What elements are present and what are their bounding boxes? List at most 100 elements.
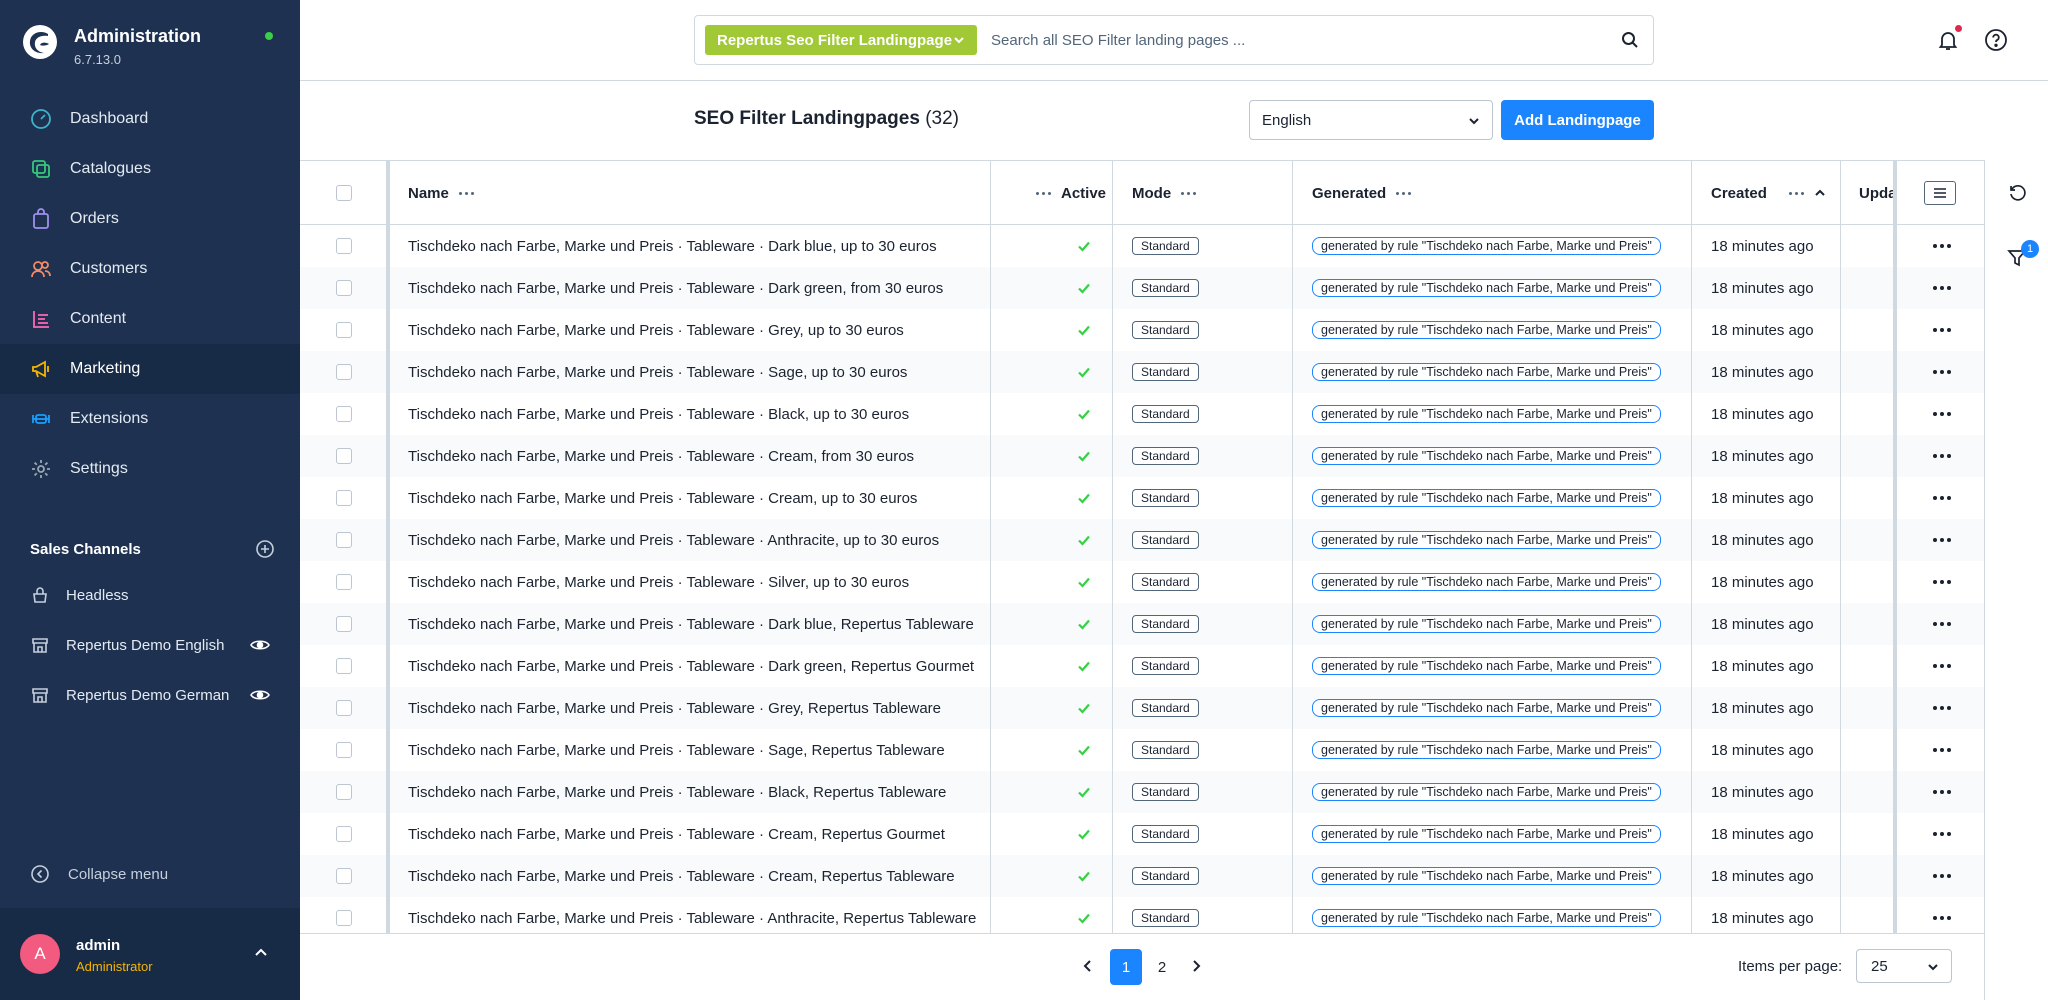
nav-item-settings[interactable]: Settings [0,444,300,494]
search-type-selector[interactable]: Repertus Seo Filter Landingpage [705,25,977,55]
table-row[interactable]: Tischdeko nach Farbe, Marke und Preis · … [300,393,1984,435]
table-row[interactable]: Tischdeko nach Farbe, Marke und Preis · … [300,855,1984,897]
row-checkbox[interactable] [336,532,352,548]
table-row[interactable]: Tischdeko nach Farbe, Marke und Preis · … [300,267,1984,309]
shopware-logo-icon[interactable] [22,24,58,60]
eye-icon[interactable] [250,635,270,655]
chevron-right-icon[interactable] [1188,958,1204,974]
row-name[interactable]: Tischdeko nach Farbe, Marke und Preis · … [408,855,955,897]
row-checkbox[interactable] [336,574,352,590]
nav-item-dashboard[interactable]: Dashboard [0,94,300,144]
row-name[interactable]: Tischdeko nach Farbe, Marke und Preis · … [408,687,941,729]
column-header-name[interactable]: Name [408,161,484,225]
row-actions-menu-icon[interactable] [1933,706,1951,710]
row-name[interactable]: Tischdeko nach Farbe, Marke und Preis · … [408,813,945,855]
row-actions-menu-icon[interactable] [1933,328,1951,332]
table-row[interactable]: Tischdeko nach Farbe, Marke und Preis · … [300,561,1984,603]
nav-item-extensions[interactable]: Extensions [0,394,300,444]
row-name[interactable]: Tischdeko nach Farbe, Marke und Preis · … [408,645,974,687]
row-actions-menu-icon[interactable] [1933,580,1951,584]
items-per-page-select[interactable]: 25 [1856,949,1952,983]
row-checkbox[interactable] [336,322,352,338]
column-header-active[interactable]: Active [1026,161,1106,225]
row-actions-menu-icon[interactable] [1933,496,1951,500]
language-select[interactable]: English [1249,100,1493,140]
row-checkbox[interactable] [336,448,352,464]
search-input[interactable] [991,26,1591,54]
column-header-mode[interactable]: Mode [1132,161,1206,225]
row-name[interactable]: Tischdeko nach Farbe, Marke und Preis · … [408,267,943,309]
row-name[interactable]: Tischdeko nach Farbe, Marke und Preis · … [408,393,909,435]
row-checkbox[interactable] [336,406,352,422]
row-actions-menu-icon[interactable] [1933,832,1951,836]
row-checkbox[interactable] [336,700,352,716]
nav-item-marketing[interactable]: Marketing [0,344,300,394]
row-actions-menu-icon[interactable] [1933,748,1951,752]
sales-channel-repertus-demo-german[interactable]: Repertus Demo German [0,670,300,720]
row-name[interactable]: Tischdeko nach Farbe, Marke und Preis · … [408,897,976,933]
column-menu-icon[interactable] [1396,191,1412,195]
row-name[interactable]: Tischdeko nach Farbe, Marke und Preis · … [408,477,917,519]
grid-settings-button[interactable] [1924,181,1956,205]
row-checkbox[interactable] [336,616,352,632]
user-menu[interactable]: A admin Administrator [0,908,300,1000]
row-actions-menu-icon[interactable] [1933,874,1951,878]
row-checkbox[interactable] [336,910,352,926]
row-checkbox[interactable] [336,868,352,884]
row-checkbox[interactable] [336,280,352,296]
table-row[interactable]: Tischdeko nach Farbe, Marke und Preis · … [300,603,1984,645]
search-icon[interactable] [1621,31,1639,49]
row-actions-menu-icon[interactable] [1933,244,1951,248]
row-name[interactable]: Tischdeko nach Farbe, Marke und Preis · … [408,603,974,645]
row-name[interactable]: Tischdeko nach Farbe, Marke und Preis · … [408,309,904,351]
row-actions-menu-icon[interactable] [1933,664,1951,668]
row-checkbox[interactable] [336,784,352,800]
chevron-left-icon[interactable] [1080,958,1096,974]
row-actions-menu-icon[interactable] [1933,538,1951,542]
table-row[interactable]: Tischdeko nach Farbe, Marke und Preis · … [300,309,1984,351]
row-actions-menu-icon[interactable] [1933,622,1951,626]
add-landingpage-button[interactable]: Add Landingpage [1501,100,1654,140]
row-name[interactable]: Tischdeko nach Farbe, Marke und Preis · … [408,729,945,771]
nav-item-catalogues[interactable]: Catalogues [0,144,300,194]
column-menu-icon[interactable] [1181,191,1197,195]
column-header-generated[interactable]: Generated [1312,161,1421,225]
row-actions-menu-icon[interactable] [1933,916,1951,920]
chevron-up-icon[interactable] [252,944,270,962]
help-icon[interactable] [1984,28,2008,52]
row-actions-menu-icon[interactable] [1933,370,1951,374]
table-row[interactable]: Tischdeko nach Farbe, Marke und Preis · … [300,519,1984,561]
row-actions-menu-icon[interactable] [1933,454,1951,458]
page-button-1[interactable]: 1 [1110,949,1142,985]
sort-ascending-icon[interactable] [1814,187,1826,199]
nav-item-content[interactable]: Content [0,294,300,344]
add-sales-channel-icon[interactable] [255,539,275,559]
sales-channel-repertus-demo-english[interactable]: Repertus Demo English [0,620,300,670]
table-row[interactable]: Tischdeko nach Farbe, Marke und Preis · … [300,813,1984,855]
table-row[interactable]: Tischdeko nach Farbe, Marke und Preis · … [300,771,1984,813]
row-name[interactable]: Tischdeko nach Farbe, Marke und Preis · … [408,225,937,267]
row-name[interactable]: Tischdeko nach Farbe, Marke und Preis · … [408,351,907,393]
row-name[interactable]: Tischdeko nach Farbe, Marke und Preis · … [408,519,939,561]
row-actions-menu-icon[interactable] [1933,286,1951,290]
row-actions-menu-icon[interactable] [1933,790,1951,794]
table-row[interactable]: Tischdeko nach Farbe, Marke und Preis · … [300,687,1984,729]
row-name[interactable]: Tischdeko nach Farbe, Marke und Preis · … [408,561,909,603]
table-row[interactable]: Tischdeko nach Farbe, Marke und Preis · … [300,729,1984,771]
column-header-updated[interactable]: Upda [1859,161,1897,225]
row-checkbox[interactable] [336,490,352,506]
column-menu-icon[interactable] [1788,191,1804,195]
row-actions-menu-icon[interactable] [1933,412,1951,416]
row-checkbox[interactable] [336,742,352,758]
collapse-menu-button[interactable]: Collapse menu [30,864,168,884]
row-checkbox[interactable] [336,826,352,842]
table-row[interactable]: Tischdeko nach Farbe, Marke und Preis · … [300,897,1984,933]
column-header-created[interactable]: Created [1711,161,1826,225]
select-all-checkbox[interactable] [336,185,352,201]
row-name[interactable]: Tischdeko nach Farbe, Marke und Preis · … [408,771,946,813]
table-row[interactable]: Tischdeko nach Farbe, Marke und Preis · … [300,225,1984,267]
column-menu-icon[interactable] [1036,191,1051,195]
column-menu-icon[interactable] [458,191,474,195]
row-checkbox[interactable] [336,238,352,254]
table-row[interactable]: Tischdeko nach Farbe, Marke und Preis · … [300,351,1984,393]
